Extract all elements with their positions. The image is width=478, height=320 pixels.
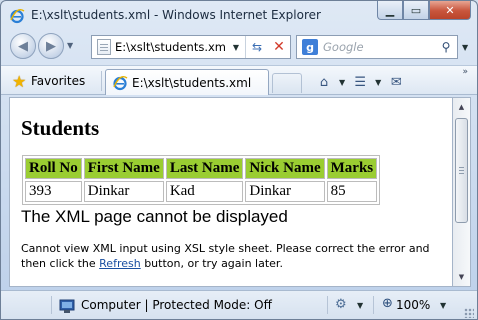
error-message-text-end: button, or try again later. — [140, 257, 283, 270]
recent-pages-dropdown-icon[interactable]: ▼ — [67, 41, 73, 50]
error-title: The XML page cannot be displayed — [21, 207, 288, 226]
refresh-link[interactable]: Refresh — [99, 257, 141, 270]
document: Students Roll No First Name Last Name Ni… — [10, 98, 452, 271]
search-box[interactable]: g Google ⚲ — [296, 35, 458, 59]
status-separator — [51, 296, 52, 314]
table-cell: 393 — [25, 181, 82, 202]
zoom-dropdown-icon[interactable]: ▼ — [440, 301, 446, 310]
status-separator — [373, 296, 374, 314]
protected-mode-dropdown-icon[interactable]: ▼ — [357, 301, 363, 310]
feeds-dropdown-icon[interactable]: ▼ — [375, 78, 381, 87]
toolbar-separator — [101, 71, 102, 91]
address-input[interactable]: E:\xslt\students.xm — [115, 40, 227, 54]
command-bar: ⌂ ▼ ☰ ▼ ✉ — [315, 72, 405, 92]
maximize-icon: ▭ — [410, 3, 422, 17]
vertical-scrollbar[interactable]: ▲ ▼ — [453, 97, 471, 287]
favorites-bar: ★ Favorites E:\xslt\students.xml ⌂ ▼ ☰ ▼… — [1, 65, 477, 95]
table-cell: Kad — [165, 181, 244, 202]
window-title: E:\xslt\students.xml - Windows Internet … — [31, 8, 321, 22]
page-heading: Students — [21, 116, 100, 140]
status-bar: Computer | Protected Mode: Off ⚙ ▼ ⊕ 100… — [1, 290, 477, 319]
shield-icon — [59, 299, 75, 313]
more-commands-icon[interactable]: » — [462, 67, 467, 77]
error-message: Cannot view XML input using XSL style sh… — [21, 241, 436, 271]
mail-icon[interactable]: ✉ — [387, 73, 405, 91]
address-dropdown-icon[interactable]: ▼ — [233, 43, 239, 52]
status-separator — [327, 296, 328, 314]
close-button[interactable]: ✕ — [429, 1, 471, 20]
caption-buttons: ▁ ▭ ✕ — [377, 1, 471, 21]
google-icon[interactable]: g — [302, 39, 318, 55]
home-dropdown-icon[interactable]: ▼ — [339, 78, 345, 87]
search-icon[interactable]: ⚲ — [435, 36, 457, 58]
minimize-icon: ▁ — [385, 3, 395, 17]
status-zone-text: Computer | Protected Mode: Off — [81, 298, 272, 312]
table-cell: Dinkar — [245, 181, 325, 202]
column-header: First Name — [83, 158, 164, 179]
resize-grip[interactable] — [464, 308, 474, 318]
favorites-label: Favorites — [31, 74, 86, 88]
search-options-dropdown-icon[interactable]: ▼ — [462, 43, 468, 52]
rss-icon[interactable]: ☰ — [351, 73, 369, 91]
compatibility-view-icon[interactable]: ⇆ — [246, 40, 268, 54]
table-row: 393 Dinkar Kad Dinkar 85 — [25, 181, 378, 202]
column-header: Nick Name — [245, 158, 325, 179]
back-arrow-icon: ◀ — [18, 38, 28, 54]
tab-label: E:\xslt\students.xml — [132, 75, 252, 90]
zoom-level[interactable]: 100% — [396, 298, 430, 312]
close-icon: ✕ — [445, 3, 455, 17]
title-bar: E:\xslt\students.xml - Windows Internet … — [1, 1, 477, 31]
stop-icon[interactable]: ✕ — [268, 39, 290, 55]
table-cell: 85 — [326, 181, 378, 202]
favorites-button[interactable]: ★ Favorites — [9, 70, 93, 92]
tab-students-xml[interactable]: E:\xslt\students.xml — [105, 69, 269, 95]
magnifier-icon[interactable]: ⊕ — [382, 296, 393, 311]
address-bar[interactable]: E:\xslt\students.xm ▼ ⇆ ✕ — [91, 35, 291, 59]
column-header: Marks — [326, 158, 378, 179]
table-cell: Dinkar — [83, 181, 164, 202]
scroll-thumb[interactable] — [455, 118, 468, 223]
minimize-button[interactable]: ▁ — [377, 1, 403, 20]
page-icon — [97, 39, 111, 55]
star-icon: ★ — [12, 72, 27, 91]
maximize-button[interactable]: ▭ — [403, 1, 429, 20]
scroll-up-icon[interactable]: ▲ — [454, 99, 469, 115]
ie-icon — [10, 8, 25, 24]
protected-mode-icon[interactable]: ⚙ — [335, 297, 347, 312]
search-input[interactable]: Google — [323, 40, 364, 54]
browser-window: E:\xslt\students.xml - Windows Internet … — [0, 0, 478, 320]
forward-arrow-icon: ▶ — [46, 38, 56, 54]
ie-icon — [113, 75, 128, 90]
scroll-grip — [459, 167, 464, 168]
column-header: Last Name — [165, 158, 244, 179]
forward-button[interactable]: ▶ — [38, 33, 64, 59]
navigation-bar: ◀ ▶ ▼ E:\xslt\students.xm ▼ ⇆ ✕ g Google… — [1, 31, 477, 63]
page-content: Students Roll No First Name Last Name Ni… — [9, 97, 453, 287]
scroll-down-icon[interactable]: ▼ — [454, 269, 469, 285]
table-header-row: Roll No First Name Last Name Nick Name M… — [25, 158, 378, 179]
column-header: Roll No — [25, 158, 82, 179]
home-icon[interactable]: ⌂ — [315, 73, 333, 91]
students-table: Roll No First Name Last Name Nick Name M… — [22, 155, 381, 205]
new-tab-button[interactable] — [272, 73, 302, 93]
back-button[interactable]: ◀ — [10, 33, 36, 59]
